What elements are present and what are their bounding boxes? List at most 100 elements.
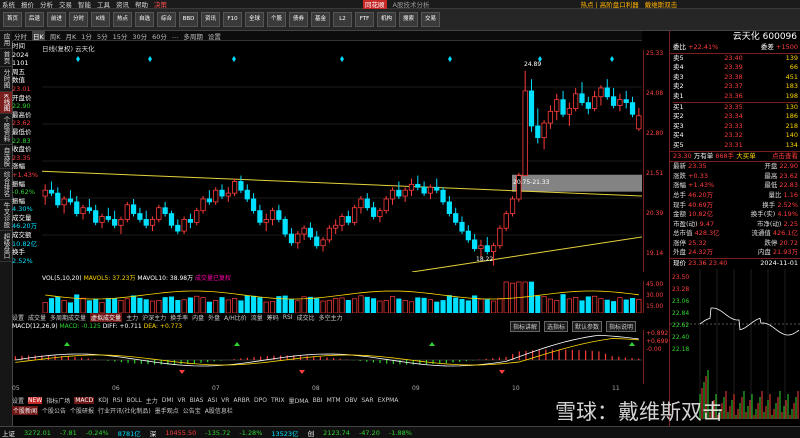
global-icon[interactable]: 全球 — [245, 12, 264, 27]
search-icon[interactable]: 搜索 — [399, 12, 418, 27]
news-icon[interactable]: 资讯 — [201, 12, 220, 27]
indicator-tab[interactable]: TRIX — [271, 397, 285, 404]
news-tab[interactable]: 公告宝 — [183, 406, 201, 415]
ask-row[interactable]: 卖1 23.36 198 — [673, 92, 798, 102]
indicator-tab[interactable]: RSI — [113, 397, 123, 404]
volume-tab[interactable]: RSI — [283, 314, 293, 321]
back-icon[interactable]: 后退 — [25, 12, 44, 27]
indicator-tab[interactable]: 量DMA — [289, 396, 309, 405]
ask-row[interactable]: 卖5 23.40 139 — [673, 54, 798, 64]
period-tab[interactable]: … — [172, 32, 179, 40]
sidebar-item[interactable]: 应用 — [0, 31, 12, 49]
indicator-tab[interactable]: OBV — [345, 397, 358, 404]
indicator-tab[interactable]: 主力 — [146, 396, 158, 405]
volume-tab[interactable]: A/H比价 — [224, 313, 247, 322]
news-tab[interactable]: 行业开讯(社化制品) — [98, 406, 151, 415]
bid-row[interactable]: 买1 23.35 130 — [673, 103, 798, 113]
forward-icon[interactable]: 前进 — [47, 12, 66, 27]
volume-tab[interactable]: 多空主力 — [319, 313, 343, 322]
promo-link[interactable]: 戴维斯双击 — [645, 0, 678, 9]
volume-chart[interactable] — [42, 281, 642, 313]
volume-tab[interactable]: 换手率 — [170, 313, 188, 322]
indicator-tab[interactable]: DMI — [162, 397, 174, 404]
sidebar-item[interactable]: 个股资料 — [0, 114, 12, 145]
bid-row[interactable]: 买5 23.31 134 — [673, 141, 798, 151]
level2-icon[interactable]: L2 — [333, 12, 352, 27]
period-tab[interactable]: 30分 — [132, 31, 147, 41]
period-tab[interactable]: 15分 — [113, 31, 128, 41]
k-icon[interactable]: K线 — [91, 12, 110, 27]
f10-icon[interactable]: F10 — [223, 12, 242, 27]
volume-tab[interactable]: 沪深主力 — [142, 313, 166, 322]
menu-item[interactable]: 分析 — [40, 0, 53, 9]
sidebar-item[interactable]: 首页 — [0, 49, 12, 67]
fund-icon[interactable]: 基金 — [311, 12, 330, 27]
bid-row[interactable]: 买3 23.33 218 — [673, 122, 798, 132]
news-tab[interactable]: 墨手观点 — [155, 406, 179, 415]
menu-item[interactable]: 决策 — [154, 0, 167, 9]
bbd-icon[interactable]: BBD — [179, 12, 198, 27]
indicator-tab[interactable]: VR — [177, 397, 185, 404]
volume-tab[interactable]: 筹码 — [267, 313, 279, 322]
period-tab[interactable]: 日K — [32, 30, 45, 41]
indicator-tab[interactable]: ASI — [207, 397, 217, 404]
menu-item[interactable]: 资讯 — [116, 0, 129, 9]
period-tab[interactable]: 60分 — [152, 31, 167, 41]
news-tab[interactable]: 个股新闻 — [12, 406, 39, 415]
volume-tab[interactable]: 虚拟成交量 — [90, 312, 123, 322]
sidebar-item[interactable]: K线图 — [0, 91, 12, 114]
period-tab[interactable]: 5分 — [97, 31, 108, 41]
volume-tab[interactable]: 设置 — [12, 313, 24, 322]
indicator-tab[interactable]: NEW — [28, 397, 43, 404]
volume-tab[interactable]: 流量 — [251, 313, 263, 322]
volume-tab[interactable]: 外盘 — [208, 313, 220, 322]
trade-icon[interactable]: 交易 — [421, 12, 440, 27]
ask-row[interactable]: 卖4 23.39 66 — [673, 63, 798, 73]
indicator-tab[interactable]: VR — [221, 397, 229, 404]
ftf-icon[interactable]: FTF — [355, 12, 374, 27]
indicator-tab[interactable]: DPO — [254, 397, 267, 404]
big-order-link[interactable]: 点击查看 — [772, 152, 798, 162]
promo-link[interactable]: 热点 | 高阶盘口利器 — [580, 0, 638, 9]
indicator-tab[interactable]: 指标广场 — [46, 396, 70, 405]
period-tab[interactable]: 月K — [66, 31, 77, 41]
indicator-tab[interactable]: 设置 — [12, 396, 24, 405]
sidebar-item[interactable]: 超级盘口 — [0, 231, 12, 263]
period-tab[interactable]: 分时 — [14, 31, 27, 41]
macd-chart[interactable] — [12, 330, 642, 384]
news-tab[interactable]: 个股研报 — [70, 406, 94, 415]
sidebar-item[interactable]: 牛叉诊股 — [0, 200, 12, 232]
menu-item[interactable]: 系统 — [2, 0, 15, 9]
bid-row[interactable]: 买4 23.32 140 — [673, 131, 798, 141]
ask-row[interactable]: 卖3 23.38 451 — [673, 73, 798, 83]
indicator-tab[interactable]: MACD — [74, 397, 95, 404]
volume-tab[interactable]: 多周期成交量 — [50, 313, 86, 322]
select-icon[interactable]: 自选 — [135, 12, 154, 27]
bid-row[interactable]: 买2 23.34 186 — [673, 112, 798, 122]
menu-item[interactable]: 工具 — [97, 0, 110, 9]
kline-chart[interactable] — [42, 50, 642, 272]
chart-icon[interactable]: 分时 — [69, 12, 88, 27]
volume-tab[interactable]: 成交量 — [28, 313, 46, 322]
sidebar-item[interactable]: 自选股 — [0, 145, 12, 170]
news-tab[interactable]: A股信息栏 — [205, 406, 233, 415]
indicator-tab[interactable]: KDJ — [98, 397, 108, 404]
period-tab[interactable]: 设置 — [208, 31, 221, 41]
hot-icon[interactable]: 热点 — [113, 12, 132, 27]
indicator-tab[interactable]: ARBR — [233, 397, 250, 404]
news-tab[interactable]: 个股公告 — [42, 406, 66, 415]
bond-icon[interactable]: 债券 — [289, 12, 308, 27]
indicator-tab[interactable]: SAR — [361, 397, 373, 404]
menu-item[interactable]: 交易 — [59, 0, 72, 9]
stock-icon[interactable]: 个股 — [267, 12, 286, 27]
inst-icon[interactable]: 机构 — [377, 12, 396, 27]
ask-row[interactable]: 卖2 23.37 183 — [673, 82, 798, 92]
period-tab[interactable]: 多周期 — [183, 31, 203, 41]
indicator-tab[interactable]: EXPMA — [378, 397, 399, 404]
period-tab[interactable]: 1分 — [81, 31, 92, 41]
sidebar-item[interactable]: 综合排名 — [0, 169, 12, 201]
home-icon[interactable]: 首页 — [3, 12, 22, 27]
rank-icon[interactable]: 综合 — [157, 12, 176, 27]
indicator-tab[interactable]: MTM — [327, 397, 341, 404]
menu-item[interactable]: 报价 — [21, 0, 34, 9]
